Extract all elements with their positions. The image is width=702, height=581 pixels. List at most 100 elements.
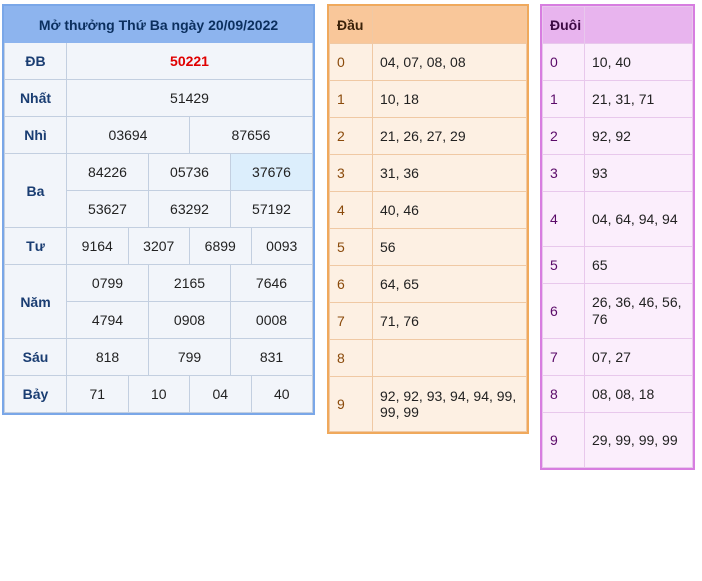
dau-value: 10, 18 xyxy=(372,80,527,118)
duoi-value: 07, 27 xyxy=(584,338,693,376)
duoi-key: 3 xyxy=(542,154,585,192)
duoi-value: 65 xyxy=(584,246,693,284)
prize-ba-value: 37676 xyxy=(230,153,313,191)
duoi-header-blank xyxy=(584,6,693,44)
prize-tu-value: 3207 xyxy=(127,227,190,265)
duoi-value: 10, 40 xyxy=(584,43,693,81)
table-row: 4 40, 46 xyxy=(329,191,527,229)
dau-value: 40, 46 xyxy=(372,191,527,229)
table-row: 7 07, 27 xyxy=(542,338,693,376)
prize-db-value: 50221 xyxy=(66,42,313,80)
duoi-key: 4 xyxy=(542,191,585,247)
dau-key: 4 xyxy=(329,191,373,229)
duoi-key: 7 xyxy=(542,338,585,376)
prize-sau-value: 831 xyxy=(230,338,313,376)
duoi-key: 5 xyxy=(542,246,585,284)
table-row: 2 92, 92 xyxy=(542,117,693,155)
dau-value: 04, 07, 08, 08 xyxy=(372,43,527,81)
prize-nam-value: 4794 xyxy=(66,301,149,339)
dau-value xyxy=(372,339,527,377)
prize-nam-value: 7646 xyxy=(230,264,313,302)
table-row: 1 21, 31, 71 xyxy=(542,80,693,118)
prize-label-nam: Năm xyxy=(4,264,67,339)
prize-nam-value: 2165 xyxy=(148,264,231,302)
table-row: 5 65 xyxy=(542,246,693,284)
prize-label-tu: Tư xyxy=(4,227,67,265)
duoi-value: 93 xyxy=(584,154,693,192)
table-row: 4 04, 64, 94, 94 xyxy=(542,191,693,247)
table-row: 3 93 xyxy=(542,154,693,192)
prize-label-nhat: Nhất xyxy=(4,79,67,117)
table-row: 9 29, 99, 99, 99 xyxy=(542,412,693,468)
prize-ba-value: 53627 xyxy=(66,190,149,228)
dau-value: 56 xyxy=(372,228,527,266)
prize-ba-value: 57192 xyxy=(230,190,313,228)
table-row: 5 56 xyxy=(329,228,527,266)
prize-ba-value: 63292 xyxy=(148,190,231,228)
table-row: 0 04, 07, 08, 08 xyxy=(329,43,527,81)
dau-key: 9 xyxy=(329,376,373,432)
prize-ba-value: 84226 xyxy=(66,153,149,191)
duoi-key: 2 xyxy=(542,117,585,155)
duoi-header: Đuôi xyxy=(542,6,585,44)
results-title: Mở thưởng Thứ Ba ngày 20/09/2022 xyxy=(4,6,313,43)
lottery-results-table: Mở thưởng Thứ Ba ngày 20/09/2022 ĐB 5022… xyxy=(2,4,315,415)
dau-value: 92, 92, 93, 94, 94, 99, 99, 99 xyxy=(372,376,527,432)
table-row: 6 26, 36, 46, 56, 76 xyxy=(542,283,693,339)
dau-header: Đầu xyxy=(329,6,373,44)
table-row: 3 31, 36 xyxy=(329,154,527,192)
prize-label-bay: Bảy xyxy=(4,375,67,413)
dau-value: 71, 76 xyxy=(372,302,527,340)
prize-bay-value: 71 xyxy=(66,375,129,413)
duoi-key: 8 xyxy=(542,375,585,413)
duoi-value: 08, 08, 18 xyxy=(584,375,693,413)
table-row: 8 08, 08, 18 xyxy=(542,375,693,413)
duoi-value: 04, 64, 94, 94 xyxy=(584,191,693,247)
dau-value: 31, 36 xyxy=(372,154,527,192)
dau-value: 64, 65 xyxy=(372,265,527,303)
table-row: 9 92, 92, 93, 94, 94, 99, 99, 99 xyxy=(329,376,527,432)
prize-nhat-value: 51429 xyxy=(66,79,313,117)
prize-bay-value: 10 xyxy=(127,375,190,413)
prize-sau-value: 799 xyxy=(148,338,231,376)
duoi-loto-table: Đuôi 0 10, 40 1 21, 31, 71 2 92, 92 3 93… xyxy=(540,4,695,470)
duoi-value: 29, 99, 99, 99 xyxy=(584,412,693,468)
prize-tu-value: 0093 xyxy=(250,227,313,265)
prize-label-nhi: Nhì xyxy=(4,116,67,154)
prize-nam-value: 0908 xyxy=(148,301,231,339)
dau-key: 0 xyxy=(329,43,373,81)
dau-key: 8 xyxy=(329,339,373,377)
prize-tu-value: 9164 xyxy=(66,227,129,265)
duoi-key: 0 xyxy=(542,43,585,81)
table-row: 1 10, 18 xyxy=(329,80,527,118)
dau-key: 1 xyxy=(329,80,373,118)
prize-label-ba: Ba xyxy=(4,153,67,228)
dau-key: 5 xyxy=(329,228,373,266)
duoi-key: 9 xyxy=(542,412,585,468)
dau-loto-table: Đầu 0 04, 07, 08, 08 1 10, 18 2 21, 26, … xyxy=(327,4,529,434)
prize-label-db: ĐB xyxy=(4,42,67,80)
dau-key: 7 xyxy=(329,302,373,340)
dau-key: 2 xyxy=(329,117,373,155)
table-row: 6 64, 65 xyxy=(329,265,527,303)
table-row: 0 10, 40 xyxy=(542,43,693,81)
table-row: 7 71, 76 xyxy=(329,302,527,340)
dau-key: 3 xyxy=(329,154,373,192)
duoi-key: 1 xyxy=(542,80,585,118)
prize-bay-value: 04 xyxy=(189,375,252,413)
dau-header-blank xyxy=(372,6,527,44)
duoi-key: 6 xyxy=(542,283,585,339)
duoi-value: 26, 36, 46, 56, 76 xyxy=(584,283,693,339)
dau-value: 21, 26, 27, 29 xyxy=(372,117,527,155)
prize-sau-value: 818 xyxy=(66,338,149,376)
prize-nam-value: 0008 xyxy=(230,301,313,339)
prize-nhi-value: 03694 xyxy=(66,116,190,154)
dau-key: 6 xyxy=(329,265,373,303)
duoi-value: 92, 92 xyxy=(584,117,693,155)
prize-nhi-value: 87656 xyxy=(189,116,313,154)
prize-label-sau: Sáu xyxy=(4,338,67,376)
prize-ba-value: 05736 xyxy=(148,153,231,191)
prize-nam-value: 0799 xyxy=(66,264,149,302)
prize-tu-value: 6899 xyxy=(189,227,252,265)
table-row: 2 21, 26, 27, 29 xyxy=(329,117,527,155)
